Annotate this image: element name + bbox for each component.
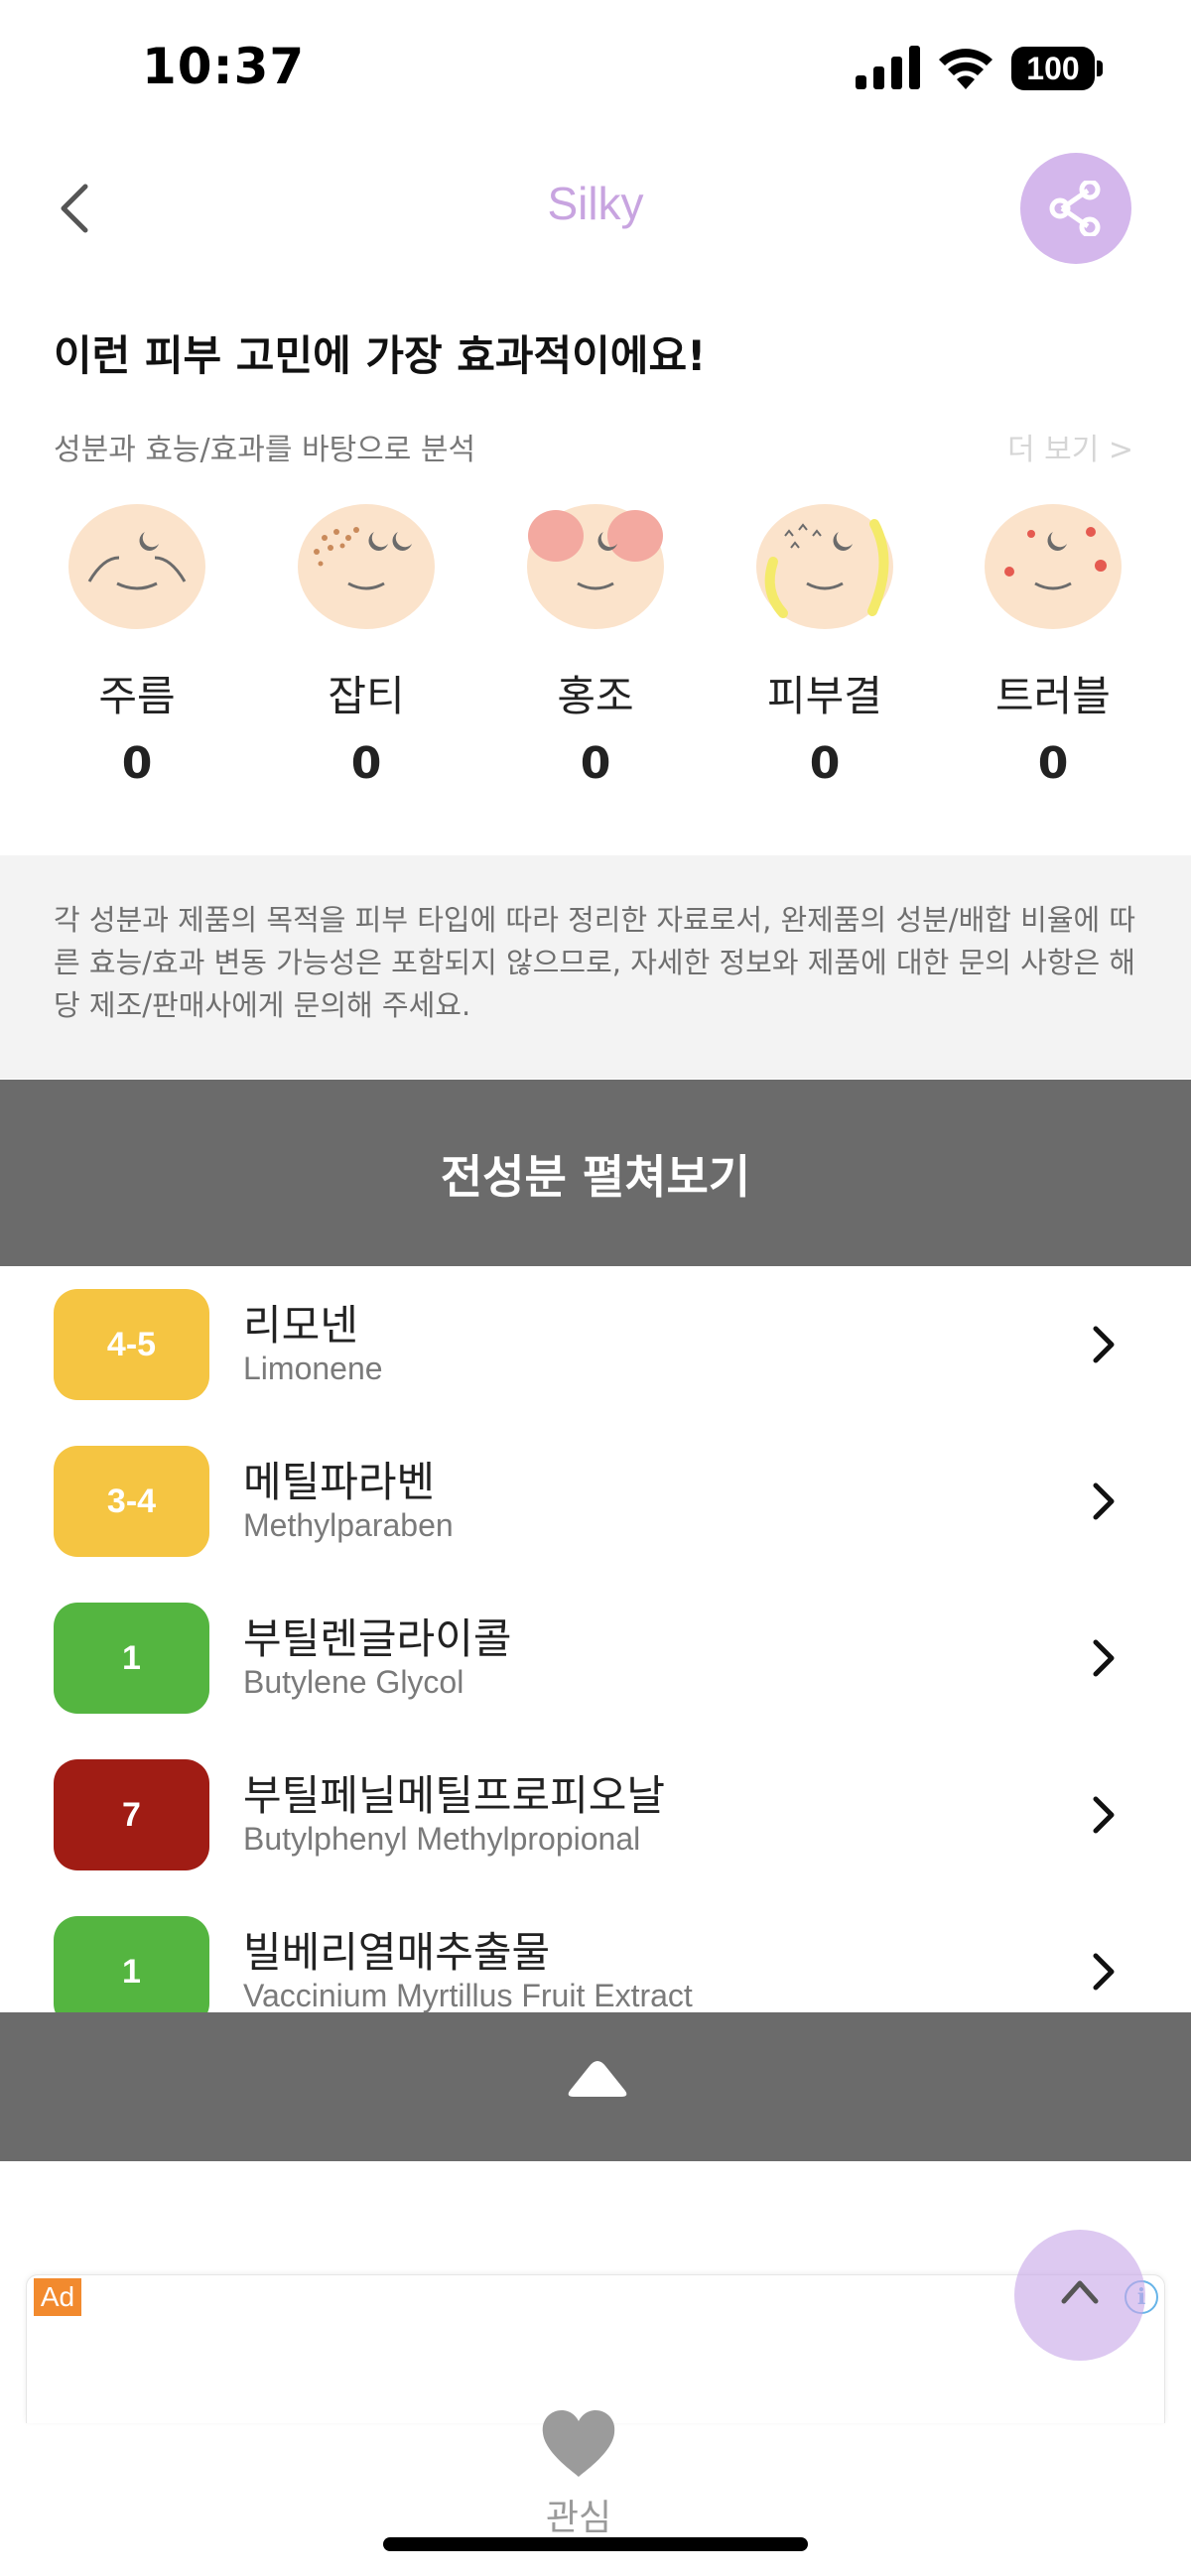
concern-count: 0 xyxy=(121,738,153,789)
concern-count: 0 xyxy=(350,738,382,789)
concern-label: 잡티 xyxy=(328,672,405,720)
disclaimer-box: 각 성분과 제품의 목적을 피부 타입에 따라 정리한 자료로서, 완제품의 성… xyxy=(0,855,1191,1079)
concern-count: 0 xyxy=(1037,738,1069,789)
grade-badge: 4-5 xyxy=(54,1289,209,1400)
expand-ingredients-label: 전성분 펼쳐보기 xyxy=(440,1150,751,1204)
chevron-right-icon xyxy=(1093,1796,1115,1834)
ingredient-name-en: Vaccinium Myrtillus Fruit Extract xyxy=(243,1978,693,2012)
more-link[interactable]: 더 보기 > xyxy=(1007,425,1133,468)
ingredient-name-en: Butylphenyl Methylpropional xyxy=(243,1821,641,1857)
grade-badge: 3-4 xyxy=(54,1446,209,1557)
favorite-label: 관심 xyxy=(545,2498,612,2538)
ingredient-name-en: Methylparaben xyxy=(243,1507,454,1543)
ingredient-row[interactable]: 1 부틸렌글라이콜 Butylene Glycol xyxy=(0,1580,1191,1737)
concern-heading: 이런 피부 고민에 가장 효과적이에요! xyxy=(54,331,707,380)
ingredient-row[interactable]: 4-5 리모넨 Limonene xyxy=(0,1266,1191,1423)
blemish-face-icon xyxy=(298,504,435,629)
concern-count: 0 xyxy=(580,738,611,789)
ingredient-list: 4-5 리모넨 Limonene 3-4 메틸파라벤 Methylparaben… xyxy=(0,1266,1191,2012)
ingredient-name-en: Limonene xyxy=(243,1351,383,1386)
trouble-face-icon xyxy=(985,504,1122,629)
chevron-up-icon xyxy=(1061,2280,1099,2304)
share-button[interactable] xyxy=(1020,153,1131,264)
chevron-right-icon xyxy=(1093,1639,1115,1677)
triangle-up-icon xyxy=(568,2061,627,2097)
redness-face-icon xyxy=(527,504,664,629)
share-icon xyxy=(1049,181,1101,236)
ingredient-name-kr: 빌베리열매추출물 xyxy=(243,1928,551,1977)
concern-label: 트러블 xyxy=(995,672,1111,720)
grade-badge: 1 xyxy=(54,1603,209,1714)
page-title: Silky xyxy=(547,178,644,229)
battery-level: 100 xyxy=(1011,47,1095,90)
concern-subheading: 성분과 효능/효과를 바탕으로 분석 xyxy=(54,433,476,467)
scroll-top-button[interactable] xyxy=(1014,2230,1145,2361)
chevron-right-icon xyxy=(1093,1326,1115,1363)
status-time: 10:37 xyxy=(142,38,306,95)
concern-count: 0 xyxy=(809,738,841,789)
status-bar: 10:37 100 xyxy=(0,0,1191,139)
battery-icon: 100 xyxy=(1011,47,1103,90)
ingredient-name-kr: 부틸렌글라이콜 xyxy=(243,1614,512,1663)
concern-label: 주름 xyxy=(98,672,176,720)
ad-badge: Ad xyxy=(34,2278,81,2316)
ingredient-row[interactable]: 7 부틸페닐메틸프로피오날 Butylphenyl Methylpropiona… xyxy=(0,1737,1191,1893)
ingredient-row[interactable]: 3-4 메틸파라벤 Methylparaben xyxy=(0,1423,1191,1580)
ingredient-name-en: Butylene Glycol xyxy=(243,1664,464,1700)
favorite-button[interactable]: 관심 xyxy=(516,2401,641,2538)
cellular-signal-icon xyxy=(856,46,920,89)
concern-label: 홍조 xyxy=(557,672,634,720)
expand-ingredients-button[interactable]: 전성분 펼쳐보기 xyxy=(0,1080,1191,1266)
concern-label: 피부결 xyxy=(767,672,882,720)
wrinkle-face-icon xyxy=(68,504,205,629)
chevron-right-icon xyxy=(1093,1482,1115,1520)
chevron-right-icon xyxy=(1093,1953,1115,1991)
disclaimer-text: 각 성분과 제품의 목적을 피부 타입에 따라 정리한 자료로서, 완제품의 성… xyxy=(54,903,1136,1022)
ingredient-name-kr: 부틸페닐메틸프로피오날 xyxy=(243,1771,666,1820)
home-indicator xyxy=(383,2537,808,2551)
battery-cap xyxy=(1097,61,1103,76)
grade-badge: 7 xyxy=(54,1759,209,1870)
ingredient-name-kr: 메틸파라벤 xyxy=(243,1458,436,1506)
ingredient-name-kr: 리모넨 xyxy=(243,1301,358,1350)
grade-badge: 1 xyxy=(54,1916,209,2012)
wifi-icon xyxy=(939,49,992,89)
collapse-ingredients-button[interactable] xyxy=(0,2012,1191,2161)
texture-face-icon xyxy=(756,504,893,629)
ingredient-row[interactable]: 1 빌베리열매추출물 Vaccinium Myrtillus Fruit Ext… xyxy=(0,1893,1191,2012)
heart-icon xyxy=(542,2410,615,2477)
